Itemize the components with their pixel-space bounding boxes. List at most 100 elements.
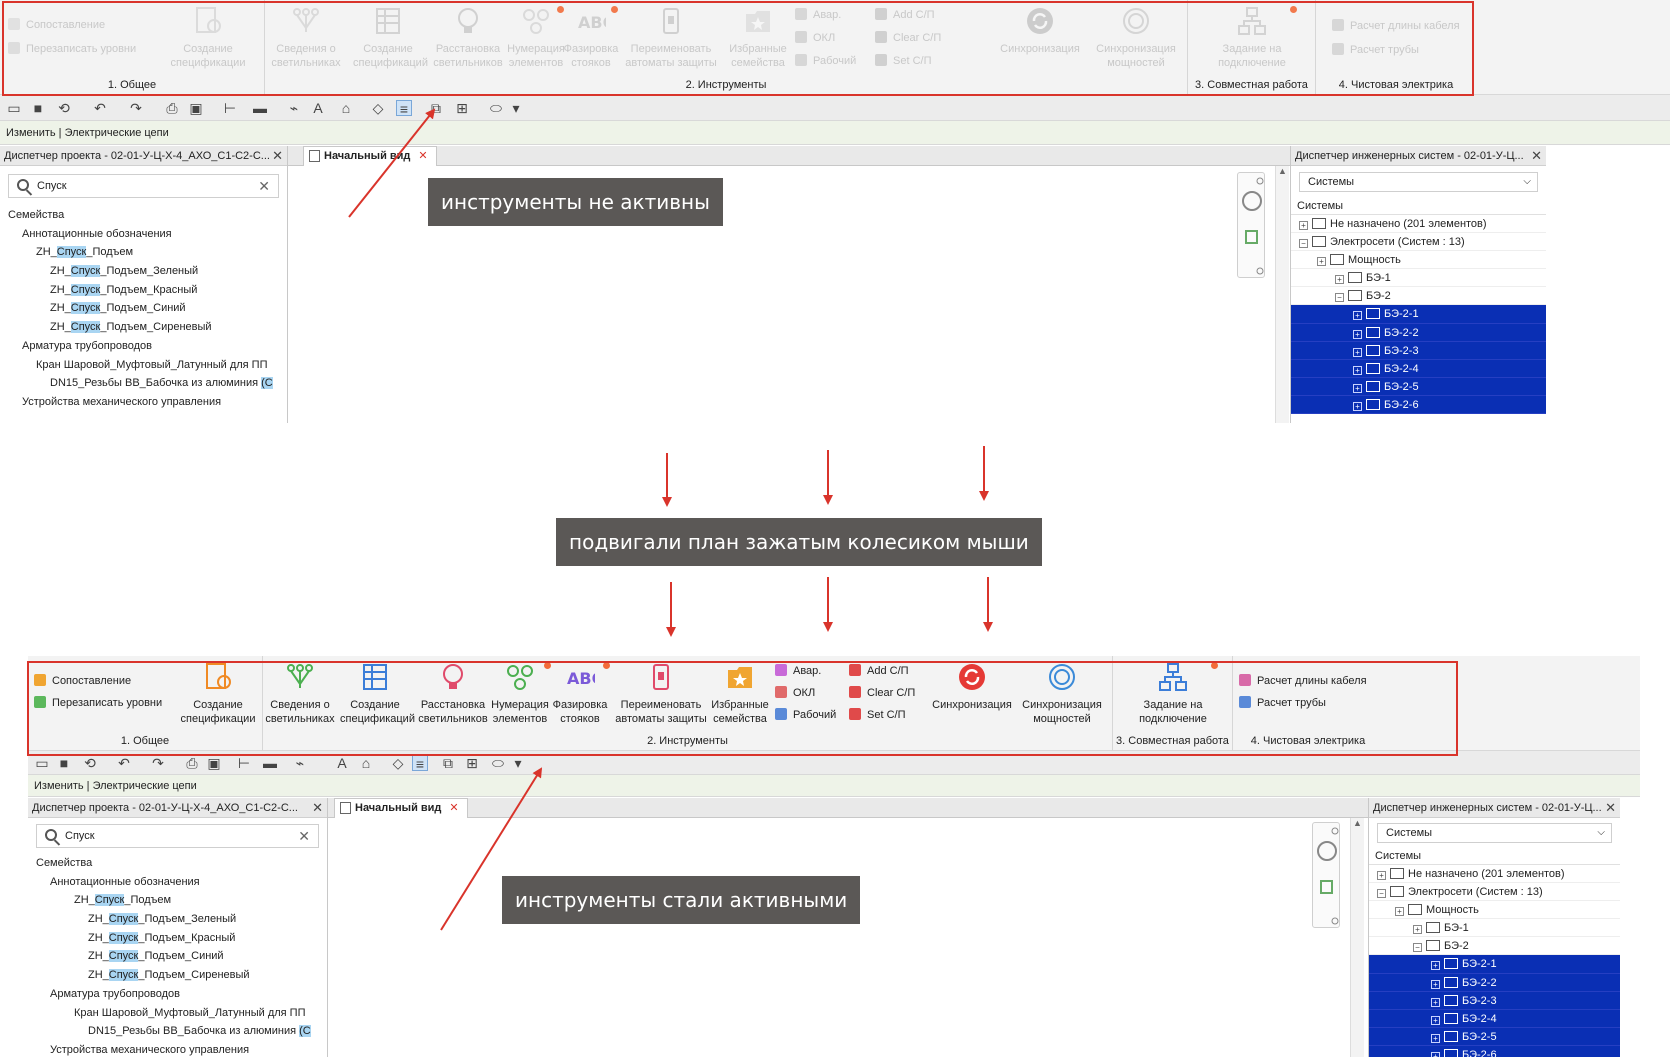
system-row[interactable]: + БЭ-1 [1291, 269, 1546, 288]
tree-item[interactable]: Кран Шаровой_Муфтовый_Латунный для ПП [28, 1004, 327, 1023]
undo-icon[interactable]: ↶ [92, 100, 108, 116]
tree-item[interactable]: ZH_Спуск_Подъем [0, 243, 287, 262]
clear-search-icon[interactable]: ✕ [258, 175, 270, 197]
close-tab-icon[interactable]: ✕ [418, 150, 427, 162]
sync-button[interactable]: Синхронизация [930, 660, 1014, 712]
system-row[interactable]: + Не назначено (201 элементов) [1369, 865, 1620, 884]
open-icon[interactable]: ▭ [34, 755, 50, 771]
avar-button[interactable]: Авар. [795, 6, 841, 24]
work-button[interactable]: Рабочий [795, 52, 856, 70]
close-windows-icon[interactable]: ⧉ [428, 100, 444, 116]
system-row[interactable]: + БЭ-2-1 [1369, 955, 1620, 974]
create-specs-button[interactable]: Создание спецификаций [340, 660, 415, 726]
text-icon[interactable]: A [310, 100, 326, 116]
redo-icon[interactable]: ↷ [128, 100, 144, 116]
sync-power-button[interactable]: Синхронизация мощностей [1091, 4, 1181, 70]
create-spec-button[interactable]: Создание спецификации [170, 4, 246, 70]
close-windows-icon[interactable]: ⧉ [440, 755, 456, 771]
customize-icon[interactable]: ▾ [508, 100, 524, 116]
expand-toggle-icon[interactable]: + [1299, 221, 1308, 230]
expand-toggle-icon[interactable]: + [1431, 979, 1440, 989]
tree-item[interactable]: Арматура трубопроводов [0, 337, 287, 356]
expand-toggle-icon[interactable]: + [1431, 997, 1440, 1007]
section-icon[interactable]: ◇ [370, 100, 386, 116]
system-row[interactable]: + Мощность [1291, 251, 1546, 270]
overwrite-levels-button[interactable]: Перезаписать уровни [34, 694, 162, 712]
sync-power-button[interactable]: Синхронизация мощностей [1017, 660, 1107, 726]
systems-select[interactable]: Системы ⌵ [1299, 172, 1538, 192]
add-sp-button[interactable]: Add С/П [849, 662, 909, 680]
close-icon[interactable]: ✕ [272, 146, 283, 165]
search-input[interactable]: Спуск ✕ [8, 174, 279, 198]
tree-item[interactable]: ZH_Спуск_Подъем_Синий [28, 947, 327, 966]
system-row[interactable]: + БЭ-2-3 [1369, 991, 1620, 1010]
tree-item[interactable]: ZH_Спуск_Подъем_Синий [0, 299, 287, 318]
overwrite-levels-button[interactable]: Перезаписать уровни [8, 40, 136, 58]
scroll-up-icon[interactable]: ▲ [1276, 166, 1289, 176]
thin-lines-icon[interactable]: ≡ [396, 100, 412, 117]
system-row[interactable]: + БЭ-1 [1369, 919, 1620, 938]
work-button[interactable]: Рабочий [775, 706, 836, 724]
system-row[interactable]: + БЭ-2-5 [1369, 1027, 1620, 1046]
expand-toggle-icon[interactable]: + [1395, 907, 1404, 917]
switch-windows-icon[interactable]: ⊞ [454, 100, 470, 116]
3d-view-icon[interactable]: ⌂ [358, 755, 374, 771]
expand-toggle-icon[interactable]: + [1353, 383, 1362, 393]
expand-toggle-icon[interactable]: − [1335, 293, 1344, 303]
tree-item[interactable]: ZH_Спуск_Подъем_Красный [0, 281, 287, 300]
match-button[interactable]: Сопоставление [34, 672, 131, 690]
system-row[interactable]: − Электросети (Систем : 13) [1369, 883, 1620, 902]
system-row[interactable]: + БЭ-2-3 [1291, 341, 1546, 360]
thin-lines-icon[interactable]: ≡ [412, 755, 428, 772]
tree-item[interactable]: Арматура трубопроводов [28, 985, 327, 1004]
system-row[interactable]: + БЭ-2-6 [1291, 395, 1546, 415]
measure-icon[interactable]: ⊢ [236, 755, 252, 771]
match-button[interactable]: Сопоставление [8, 16, 105, 34]
section-icon[interactable]: ◇ [390, 755, 406, 771]
fav-families-button[interactable]: Избранные семейства [723, 4, 793, 70]
system-row[interactable]: + БЭ-2-1 [1291, 305, 1546, 324]
systems-select[interactable]: Системы ⌵ [1377, 823, 1612, 843]
expand-toggle-icon[interactable]: + [1353, 347, 1362, 357]
dimension-icon[interactable]: ▬ [262, 755, 278, 771]
phasing-button[interactable]: ABCФазировка стояков [549, 660, 611, 726]
print-icon[interactable]: ⎙ [184, 755, 200, 771]
system-row[interactable]: + БЭ-2-2 [1369, 973, 1620, 992]
sync-button[interactable]: Синхронизация [998, 4, 1082, 56]
task-button[interactable]: Задание на подключение [1206, 4, 1298, 70]
dimension-icon[interactable]: ▬ [252, 100, 268, 116]
place-lights-button[interactable]: Расстановка светильников [418, 660, 488, 726]
place-lights-button[interactable]: Расстановка светильников [433, 4, 503, 70]
open-icon[interactable]: ▭ [6, 100, 22, 116]
numbering-button[interactable]: Нумерация элементов [485, 660, 555, 726]
tree-item[interactable]: ZH_Спуск_Подъем_Сиреневый [28, 966, 327, 985]
tree-item[interactable]: ZH_Спуск_Подъем_Зеленый [28, 910, 327, 929]
system-row[interactable]: + БЭ-2-2 [1291, 323, 1546, 342]
tree-item[interactable]: Устройства механического управления [28, 1041, 327, 1057]
cable-length-button[interactable]: Расчет длины кабеля [1332, 17, 1460, 35]
expand-toggle-icon[interactable]: + [1431, 1015, 1440, 1025]
phasing-button[interactable]: ABCФазировка стояков [560, 4, 622, 70]
view-scrollbar[interactable]: ▲ [1275, 166, 1289, 423]
system-row[interactable]: + БЭ-2-6 [1369, 1045, 1620, 1057]
text-icon[interactable]: A [334, 755, 350, 771]
save-icon[interactable]: ■ [56, 755, 72, 771]
fav-families-button[interactable]: Избранные семейства [705, 660, 775, 726]
set-sp-button[interactable]: Set С/П [875, 52, 931, 70]
system-row[interactable]: + БЭ-2-5 [1291, 377, 1546, 396]
tab-start-view[interactable]: Начальный вид ✕ [334, 798, 468, 818]
tree-item[interactable]: ZH_Спуск_Подъем_Красный [28, 929, 327, 948]
cable-length-button[interactable]: Расчет длины кабеля [1239, 672, 1367, 690]
undo-icon[interactable]: ↶ [116, 755, 132, 771]
system-row[interactable]: − Электросети (Систем : 13) [1291, 233, 1546, 252]
clear-search-icon[interactable]: ✕ [298, 825, 310, 847]
avar-button[interactable]: Авар. [775, 662, 821, 680]
expand-toggle-icon[interactable]: + [1431, 961, 1440, 971]
tree-item[interactable]: ZH_Спуск_Подъем [28, 891, 327, 910]
tree-item[interactable]: Кран Шаровой_Муфтовый_Латунный для ПП [0, 356, 287, 375]
tree-item[interactable]: DN15_Резьбы ВВ_Бабочка из алюминия (С [0, 374, 287, 393]
close-icon[interactable]: ✕ [1605, 798, 1616, 817]
redo-icon[interactable]: ↷ [150, 755, 166, 771]
switch-windows-icon[interactable]: ⊞ [464, 755, 480, 771]
add-sp-button[interactable]: Add С/П [875, 6, 935, 24]
